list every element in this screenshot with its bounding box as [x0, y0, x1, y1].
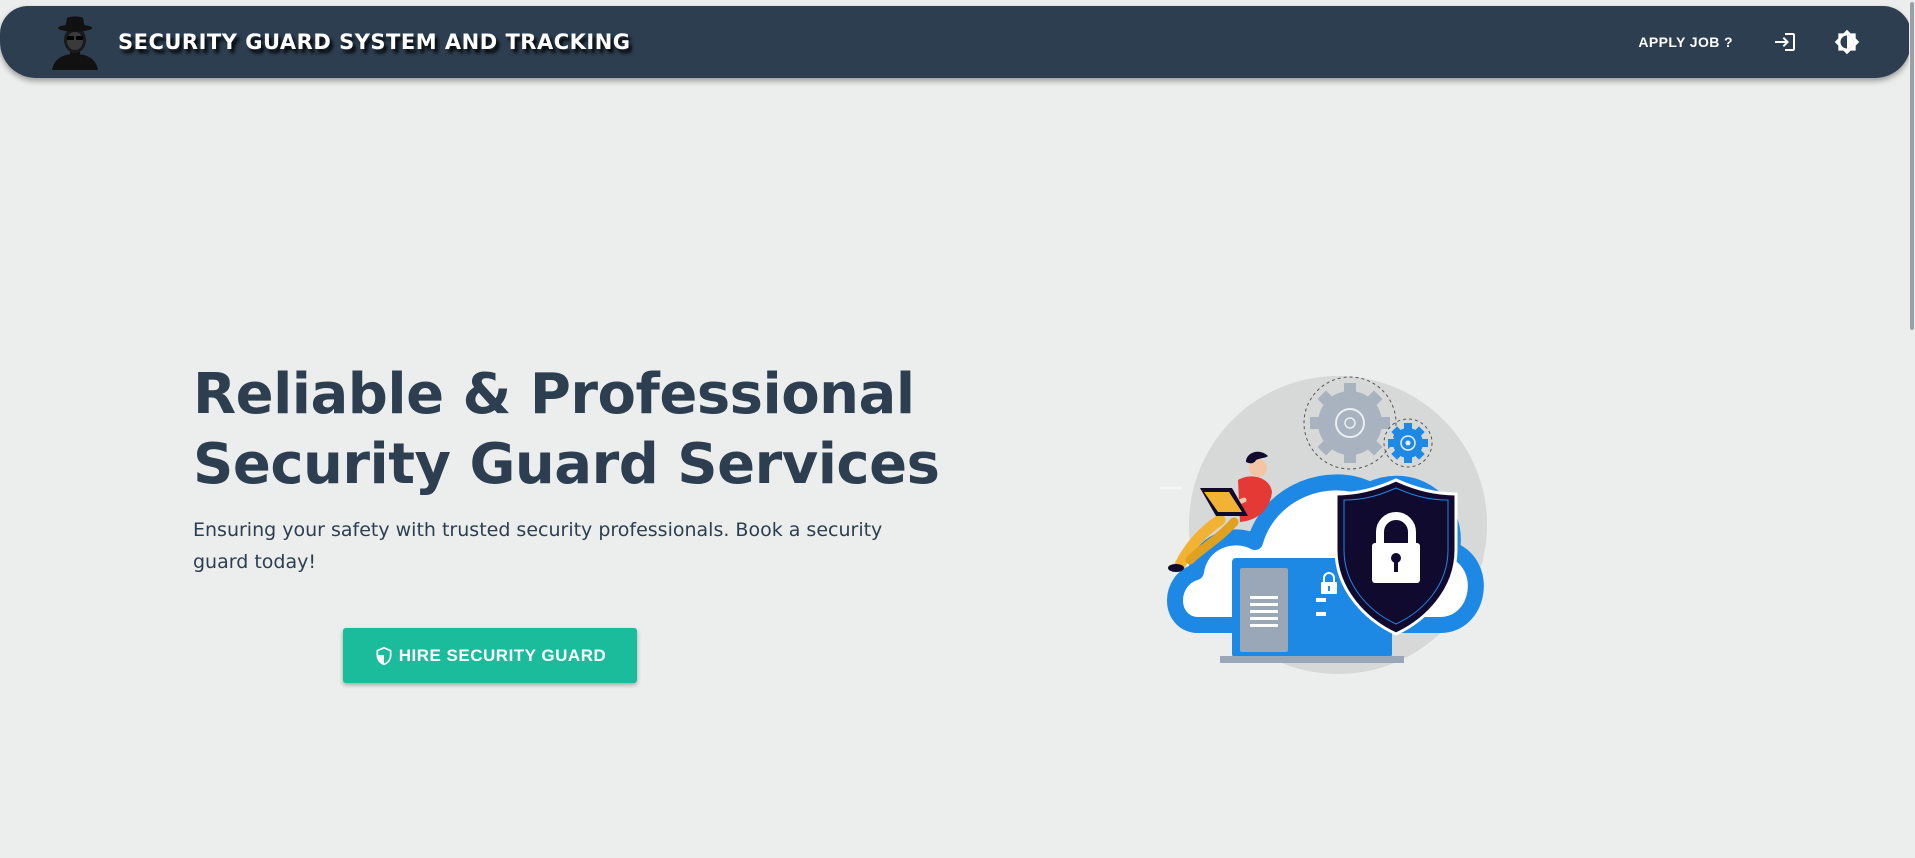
cloud-security-illustration — [1160, 376, 1487, 674]
scrollbar-thumb[interactable] — [1910, 2, 1914, 330]
login-icon — [1775, 33, 1795, 51]
hire-security-guard-button[interactable]: HIRE SECURITY GUARD — [343, 628, 637, 683]
nav-actions: APPLY JOB ? — [1638, 6, 1863, 78]
theme-toggle-button[interactable] — [1831, 26, 1863, 58]
hire-button-label: HIRE SECURITY GUARD — [398, 645, 607, 665]
login-button[interactable] — [1769, 26, 1801, 58]
hero-title-line-2: Security Guard Services — [193, 432, 940, 497]
hero-subtitle: Ensuring your safety with trusted securi… — [193, 519, 883, 573]
brightness-toggle-icon — [1834, 29, 1860, 55]
apply-job-link[interactable]: APPLY JOB ? — [1638, 34, 1733, 50]
large-gear-icon — [1310, 383, 1390, 463]
hero-title: Reliable & Professional Security Guard S… — [193, 360, 953, 500]
page-scrollbar[interactable] — [1909, 0, 1915, 858]
brand-title: SECURITY GUARD SYSTEM AND TRACKING — [118, 30, 631, 54]
hero-title-line-1: Reliable & Professional — [193, 362, 915, 427]
page: SECURITY GUARD SYSTEM AND TRACKING APPLY… — [0, 0, 1915, 858]
brand[interactable]: SECURITY GUARD SYSTEM AND TRACKING — [48, 14, 631, 70]
shield-icon — [374, 646, 394, 666]
security-guard-avatar-icon — [52, 16, 98, 70]
top-navbar: SECURITY GUARD SYSTEM AND TRACKING APPLY… — [0, 6, 1911, 78]
